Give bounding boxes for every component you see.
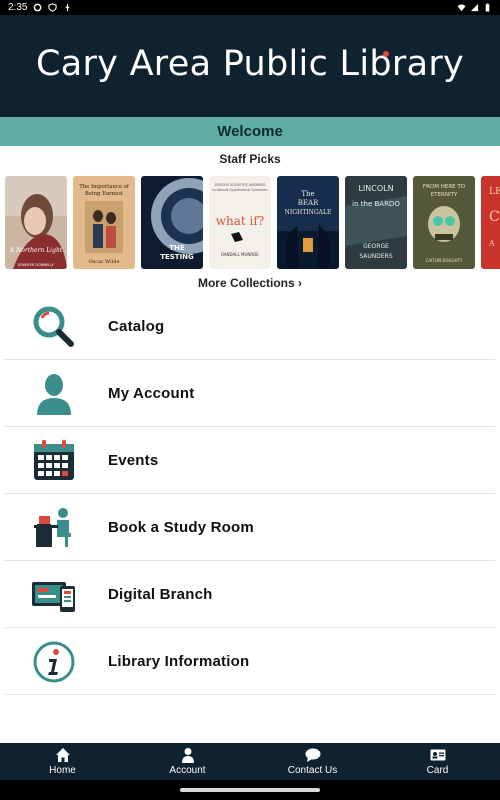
book-cover-lincoln-in-the-bardo[interactable]: LINCOLN in the BARDO GEORGE SAUNDERS xyxy=(345,176,407,269)
staff-picks-carousel[interactable]: A Northern Light JENNIFER DONNELLY The I… xyxy=(5,176,500,269)
tab-label-contact-us: Contact Us xyxy=(287,765,338,776)
svg-text:The Importance of: The Importance of xyxy=(79,184,130,190)
chevron-right-icon: › xyxy=(298,276,303,290)
cellular-icon xyxy=(470,3,479,12)
book-cover-len[interactable]: LEN CU A xyxy=(481,176,500,269)
svg-text:NIGHTINGALE: NIGHTINGALE xyxy=(285,209,332,216)
app-header: Cary Area Public Library xyxy=(0,15,500,117)
svg-text:SAUNDERS: SAUNDERS xyxy=(359,253,392,260)
svg-text:to Absurd Hypothetical Questio: to Absurd Hypothetical Questions xyxy=(212,188,268,192)
calendar-icon xyxy=(34,440,74,480)
svg-text:JENNIFER DONNELLY: JENNIFER DONNELLY xyxy=(17,263,55,267)
menu-label-my-account: My Account xyxy=(108,384,195,402)
svg-text:BEAR: BEAR xyxy=(298,199,319,207)
book-cover-northern-light[interactable]: A Northern Light JENNIFER DONNELLY xyxy=(5,176,67,269)
svg-text:A: A xyxy=(488,239,495,248)
person-icon xyxy=(181,748,194,763)
svg-text:SERIOUS SCIENTIFIC ANSWERS: SERIOUS SCIENTIFIC ANSWERS xyxy=(214,183,265,187)
magnifier-icon xyxy=(33,306,74,347)
svg-text:GEORGE: GEORGE xyxy=(363,243,389,250)
menu-item-my-account[interactable]: My Account xyxy=(5,360,495,427)
person-icon xyxy=(37,374,71,415)
bottom-tab-bar: Home Account Contact Us Card xyxy=(0,743,500,780)
svg-text:A Northern Light: A Northern Light xyxy=(9,247,63,254)
study-desk-icon xyxy=(34,508,71,547)
svg-text:The: The xyxy=(301,190,314,198)
menu-label-digital-branch: Digital Branch xyxy=(108,585,213,603)
book-cover-bear-and-nightingale[interactable]: The BEAR NIGHTINGALE xyxy=(277,176,339,269)
battery-icon xyxy=(485,3,490,12)
book-cover-from-here-to-eternity[interactable]: FROM HERE TO ETERNITY CAITLIN DOUGHTY xyxy=(413,176,475,269)
settings-icon xyxy=(34,3,42,12)
svg-text:LINCOLN: LINCOLN xyxy=(358,184,393,193)
tab-account[interactable]: Account xyxy=(125,743,250,780)
svg-text:THE: THE xyxy=(169,244,185,252)
tab-card[interactable]: Card xyxy=(375,743,500,780)
staff-picks-heading: Staff Picks xyxy=(219,152,281,166)
info-icon xyxy=(33,641,75,683)
home-icon xyxy=(55,748,70,762)
tab-label-home: Home xyxy=(49,765,76,776)
tab-contact-us[interactable]: Contact Us xyxy=(250,743,375,780)
menu-item-events[interactable]: Events xyxy=(5,427,495,494)
devices-icon xyxy=(32,582,75,612)
menu-label-library-information: Library Information xyxy=(108,652,250,670)
id-card-icon xyxy=(430,749,445,761)
system-navigation-bar xyxy=(0,780,500,800)
logo-accent-dot xyxy=(383,51,389,57)
menu-label-book-study-room: Book a Study Room xyxy=(108,518,254,536)
gesture-handle[interactable] xyxy=(180,788,320,792)
svg-text:CAITLIN DOUGHTY: CAITLIN DOUGHTY xyxy=(426,258,464,263)
svg-text:ETERNITY: ETERNITY xyxy=(431,192,458,198)
svg-text:FROM HERE TO: FROM HERE TO xyxy=(423,184,466,190)
wifi-icon xyxy=(457,4,466,12)
menu-item-library-information[interactable]: Library Information xyxy=(5,628,495,695)
svg-text:LEN: LEN xyxy=(489,187,500,197)
menu-label-catalog: Catalog xyxy=(108,317,165,335)
chat-bubble-icon xyxy=(305,748,320,762)
svg-text:TESTING: TESTING xyxy=(160,253,194,261)
book-cover-the-testing[interactable]: THE TESTING xyxy=(141,176,203,269)
book-cover-what-if[interactable]: SERIOUS SCIENTIFIC ANSWERS to Absurd Hyp… xyxy=(209,176,271,269)
svg-text:Being Earnest: Being Earnest xyxy=(85,191,124,197)
usb-icon xyxy=(65,3,71,12)
status-time: 2:35 xyxy=(8,2,28,13)
book-cover-importance-of-being-earnest[interactable]: The Importance of Being Earnest Oscar Wi… xyxy=(73,176,135,269)
tab-home[interactable]: Home xyxy=(0,743,125,780)
menu-label-events: Events xyxy=(108,451,159,469)
menu-item-book-study-room[interactable]: Book a Study Room xyxy=(5,494,495,561)
svg-text:RANDALL MUNROE: RANDALL MUNROE xyxy=(221,252,259,257)
library-logo-title: Cary Area Public Library xyxy=(35,44,465,84)
svg-text:Oscar Wilde: Oscar Wilde xyxy=(89,259,120,265)
svg-text:what if?: what if? xyxy=(216,214,265,228)
main-content: Staff Picks A Northern Light JENNIFER DO… xyxy=(0,146,500,743)
tab-label-account: Account xyxy=(169,765,206,776)
status-bar: 2:35 xyxy=(0,0,500,15)
main-menu: Catalog My Account Events Book a Study R… xyxy=(5,293,495,695)
welcome-banner: Welcome xyxy=(0,117,500,146)
shield-icon xyxy=(48,3,58,12)
tab-label-card: Card xyxy=(426,765,449,776)
menu-item-digital-branch[interactable]: Digital Branch xyxy=(5,561,495,628)
more-collections-label: More Collections xyxy=(197,276,295,290)
svg-text:CU: CU xyxy=(489,209,500,225)
svg-text:in the BARDO: in the BARDO xyxy=(352,200,400,208)
more-collections-link[interactable]: More Collections › xyxy=(0,276,500,290)
menu-item-catalog[interactable]: Catalog xyxy=(5,293,495,360)
